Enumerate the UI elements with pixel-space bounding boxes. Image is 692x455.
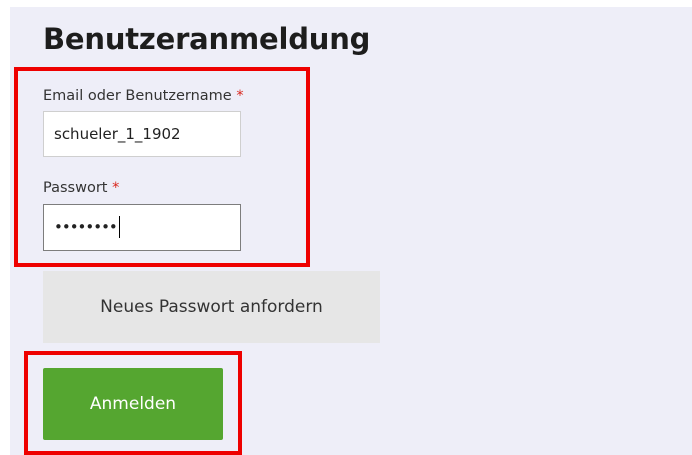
username-required-marker: * — [236, 88, 244, 104]
request-new-password-button[interactable]: Neues Passwort anfordern — [43, 271, 380, 343]
username-input[interactable]: schueler_1_1902 — [43, 111, 241, 157]
password-masked-value: •••••••• — [54, 218, 118, 236]
username-value: schueler_1_1902 — [54, 125, 181, 143]
password-label-text: Passwort — [43, 180, 108, 196]
password-label: Passwort * — [43, 180, 119, 196]
password-input[interactable]: •••••••• — [43, 204, 241, 251]
text-caret — [118, 215, 121, 238]
username-label: Email oder Benutzername * — [43, 88, 244, 104]
password-required-marker: * — [112, 180, 120, 196]
login-button[interactable]: Anmelden — [43, 368, 223, 440]
page-title: Benutzeranmeldung — [43, 22, 371, 56]
username-label-text: Email oder Benutzername — [43, 88, 232, 104]
